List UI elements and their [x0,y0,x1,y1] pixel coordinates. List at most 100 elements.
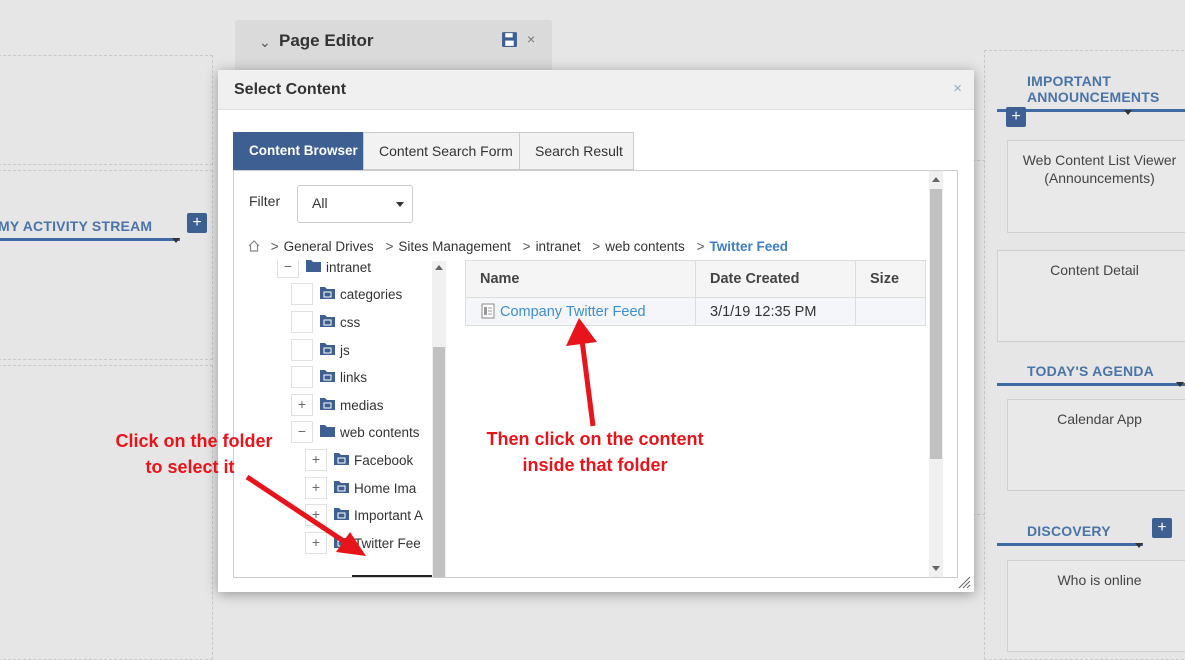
tree-item[interactable]: js [291,337,448,361]
folder-icon [334,481,349,493]
layout-container [0,365,213,660]
content-link[interactable]: Company Twitter Feed [500,304,646,320]
breadcrumb-separator: > [592,239,601,254]
scroll-thumb[interactable] [930,189,942,459]
tree-item[interactable]: + Twitter Fee [305,530,448,554]
scroll-thumb[interactable] [433,347,445,577]
announcements-portlet: Web Content List Viewer (Announcements) [1007,140,1185,233]
tree-item-label[interactable]: categories [340,287,402,302]
tree-item[interactable]: + Facebook [305,447,448,471]
save-icon[interactable] [501,31,518,48]
table-row[interactable]: Company Twitter Feed 3/1/19 12:35 PM [465,297,926,326]
breadcrumb-item[interactable]: intranet [536,239,581,254]
column-header-date-created[interactable]: Date Created [695,260,856,298]
tree-item[interactable]: − intranet [277,260,448,278]
content-browser-panel: Filter All > General Drives > Sites Manage… [233,170,958,578]
table-header-row: Name Date Created Size [465,260,926,298]
tree-item[interactable]: categories [291,281,448,305]
dialog-title: Select Content [234,81,347,98]
close-icon[interactable]: × [527,31,535,47]
breadcrumb-separator: > [522,239,531,254]
folder-icon [320,315,335,327]
calendar-portlet: Calendar App [1007,399,1185,491]
tree-item[interactable]: css [291,309,448,333]
caret-down-icon[interactable] [1176,382,1184,387]
breadcrumb-item[interactable]: General Drives [284,239,374,254]
tree-item-label[interactable]: intranet [326,260,371,275]
dialog-header: Select Content × [218,70,974,110]
breadcrumb-item[interactable]: Sites Management [398,239,511,254]
web-content-icon [481,303,495,319]
tree-item[interactable]: + medias [291,392,448,416]
folder-instruction: Click on the folder to select it [104,428,284,480]
breadcrumb-current[interactable]: Twitter Feed [709,239,788,254]
tree-item-label[interactable]: Facebook [354,453,413,468]
tree-item-label[interactable]: Important A [354,508,423,523]
folder-icon [334,453,349,465]
agenda-title: TODAY'S AGENDA [997,363,1185,386]
discovery-title: DISCOVERY [997,523,1143,546]
folder-icon [320,370,335,382]
filter-value: All [312,195,328,211]
tree-spacer [291,366,313,388]
breadcrumb-item[interactable]: web contents [605,239,685,254]
tab-content-browser[interactable]: Content Browser [233,132,364,170]
add-portlet-button[interactable]: + [187,213,207,233]
resize-grip-icon[interactable] [957,575,971,589]
open-folder-icon [320,425,335,437]
tree-item[interactable]: + Home Ima [305,475,448,499]
tree-item[interactable]: + Important A [305,502,448,526]
calendar-app-label: Calendar App [1057,411,1142,427]
tab-search-result[interactable]: Search Result [519,132,634,170]
add-portlet-button[interactable]: + [1152,518,1172,538]
chevron-down-icon[interactable]: ⌄ [259,34,271,51]
tree-item-label[interactable]: web contents [340,425,420,440]
home-icon[interactable] [248,240,260,252]
activity-stream-title: MY ACTIVITY STREAM [0,218,180,241]
tree-item-label[interactable]: medias [340,398,384,413]
scroll-up-icon[interactable] [932,177,940,182]
tree-spacer [291,311,313,333]
folder-icon [320,343,335,355]
tree-item[interactable]: − web contents [291,419,448,443]
expand-icon[interactable]: + [291,394,313,416]
tree-item-label[interactable]: links [340,370,367,385]
page-editor-title: Page Editor [279,31,374,50]
expand-icon[interactable]: + [305,532,327,554]
breadcrumb: > General Drives > Sites Management > intra… [248,239,791,254]
scroll-up-icon[interactable] [435,265,443,270]
who-is-online-portlet: Who is online [1007,560,1185,652]
content-detail-label: Content Detail [1050,262,1139,278]
tree-item-label[interactable]: Twitter Fee [354,536,421,551]
content-name-cell[interactable]: Company Twitter Feed [465,297,696,326]
collapse-icon[interactable]: − [277,260,299,278]
tree-item[interactable]: links [291,364,448,388]
caret-down-icon[interactable] [1135,543,1143,548]
expand-icon[interactable]: + [305,449,327,471]
tree-scrollbar[interactable] [432,261,446,577]
folder-tree: − intranet categories css js links + medias − web… [248,260,448,577]
column-header-name[interactable]: Name [465,260,696,298]
who-is-online-label: Who is online [1057,572,1142,588]
breadcrumb-separator: > [270,239,279,254]
add-portlet-button[interactable]: + [1006,107,1026,127]
scroll-down-icon[interactable] [932,566,940,571]
content-instruction: Then click on the content inside that fo… [470,426,720,478]
caret-down-icon[interactable] [172,238,180,243]
filter-label: Filter [249,193,281,209]
close-icon[interactable]: × [953,80,962,97]
expand-icon[interactable]: + [305,504,327,526]
collapse-icon[interactable]: − [291,421,313,443]
caret-down-icon[interactable] [1124,110,1132,115]
filter-select[interactable]: All [297,185,413,223]
folder-icon [334,536,349,548]
expand-icon[interactable]: + [305,477,327,499]
tree-item-label[interactable]: Home Ima [354,481,416,496]
panel-scrollbar[interactable] [929,171,943,577]
breadcrumb-separator: > [385,239,394,254]
folder-icon [320,398,335,410]
column-header-size[interactable]: Size [855,260,926,298]
tree-item-label[interactable]: css [340,315,360,330]
tree-item-label[interactable]: js [340,343,350,358]
tab-content-search-form[interactable]: Content Search Form [363,132,520,170]
